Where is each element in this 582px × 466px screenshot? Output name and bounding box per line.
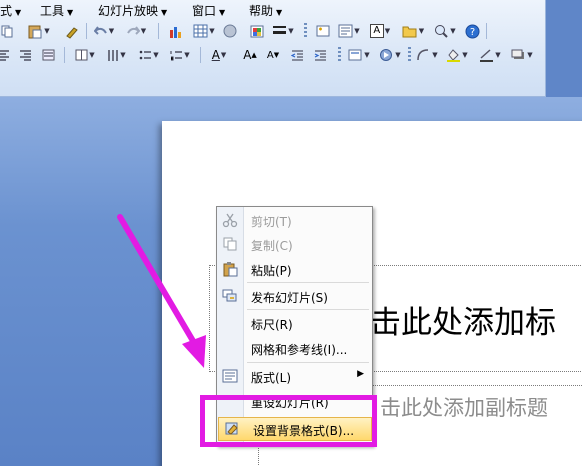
annotation-arrow — [117, 214, 206, 368]
powerpoint-window: 式 ▼ 工具 ▼ 幻灯片放映 ▼ 窗口 ▼ 帮助 ▼ ▼ ▼ ▼ ▼ ▼ ▼ A ▼ ▼ ▼ — [0, 0, 582, 466]
